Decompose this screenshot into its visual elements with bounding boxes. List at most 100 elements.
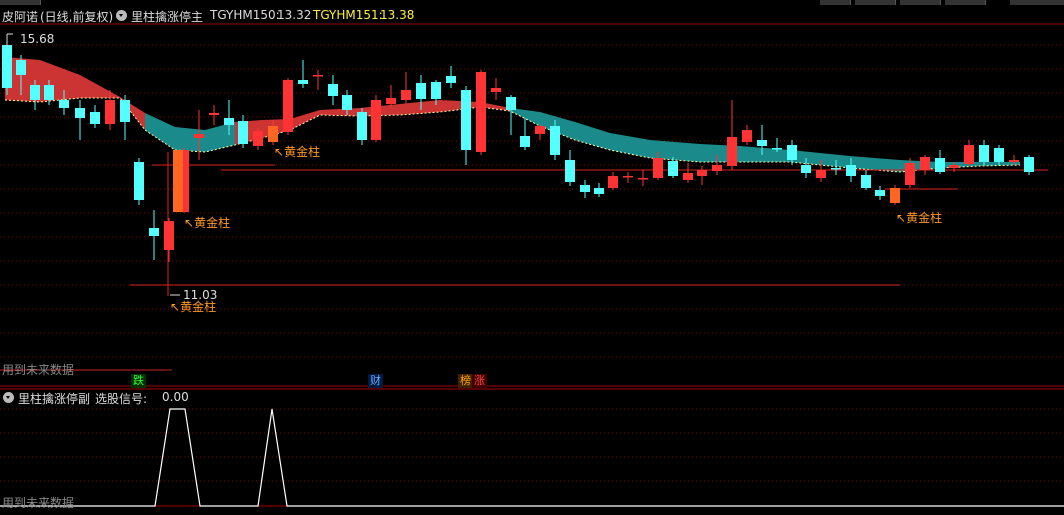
- candle-body: [431, 82, 441, 99]
- candle-body: [712, 165, 722, 171]
- candle-body: [44, 85, 54, 100]
- rise-badge[interactable]: 涨: [472, 374, 487, 388]
- candle-body: [653, 158, 663, 178]
- candle-body: [638, 178, 648, 180]
- candle: [491, 78, 501, 100]
- signal-label: 选股信号:: [95, 392, 148, 406]
- finance-badge[interactable]: 财: [368, 374, 383, 388]
- candle-body: [328, 84, 338, 96]
- candle-body: [816, 170, 826, 178]
- candle: [371, 95, 381, 142]
- gold-pillar-candle: [268, 126, 278, 142]
- candle: [935, 150, 945, 174]
- candle-body: [2, 45, 12, 88]
- candle: [506, 95, 516, 135]
- candle-body: [120, 100, 130, 122]
- candle-body: [875, 190, 885, 196]
- candle: [149, 210, 159, 260]
- candle: [520, 118, 530, 150]
- candle: [594, 183, 604, 197]
- candle-body: [386, 98, 396, 104]
- candle-body: [594, 188, 604, 194]
- candle-body: [535, 126, 545, 134]
- candle: [727, 100, 737, 170]
- candle: [357, 108, 367, 145]
- candle-body: [668, 161, 678, 176]
- candle: [313, 70, 323, 90]
- gold-pillar-candle: [173, 150, 183, 212]
- candle-body: [787, 145, 797, 160]
- candle-body: [342, 95, 352, 110]
- candle: [964, 140, 974, 166]
- candle: [979, 140, 989, 165]
- candle-body: [75, 108, 85, 118]
- candle-body: [1009, 160, 1019, 162]
- candle: [328, 75, 338, 105]
- candle-body: [224, 118, 234, 125]
- candlestick-chart[interactable]: [0, 0, 1064, 515]
- candle: [623, 172, 633, 183]
- candle-body: [491, 88, 501, 92]
- candle-body: [59, 100, 69, 108]
- candle-body: [565, 160, 575, 182]
- candle-body: [801, 165, 811, 173]
- gold-pillar-annotation: ↖黄金柱: [184, 216, 231, 230]
- candle-body: [683, 173, 693, 180]
- candle-body: [846, 165, 856, 176]
- candle-body: [994, 148, 1004, 162]
- candle-body: [550, 126, 560, 155]
- candle: [164, 218, 174, 262]
- candle: [565, 150, 575, 186]
- candle-body: [1024, 157, 1034, 172]
- candle: [238, 115, 248, 148]
- candle: [861, 170, 871, 190]
- candle-body: [520, 136, 530, 147]
- candle: [194, 110, 204, 160]
- candle-body: [964, 145, 974, 164]
- candle-body: [757, 140, 767, 146]
- candle: [875, 186, 885, 200]
- candle-body: [209, 113, 219, 115]
- candle-body: [238, 121, 248, 144]
- rank-badge[interactable]: 榜: [458, 374, 473, 388]
- candle-body: [313, 75, 323, 77]
- candle-body: [134, 162, 144, 200]
- candle-body: [772, 148, 782, 150]
- candle-body: [164, 221, 174, 250]
- candle-body: [30, 85, 40, 100]
- fall-badge[interactable]: 跌: [131, 374, 146, 388]
- gold-pillar-candle: [890, 188, 900, 203]
- candle-body: [416, 83, 426, 99]
- signal-value: 0.00: [162, 390, 189, 404]
- gold-pillar-annotation: ↖黄金柱: [274, 145, 321, 159]
- candle: [2, 40, 12, 95]
- sub-indicator-name[interactable]: 里柱擒涨停副: [18, 390, 90, 407]
- sub-indicator-menu-icon[interactable]: [3, 392, 14, 403]
- candle-body: [283, 80, 293, 132]
- candle-body: [608, 176, 618, 188]
- candle: [90, 105, 100, 128]
- candle-body: [506, 97, 516, 110]
- candle-body: [831, 168, 841, 170]
- candle-body: [935, 158, 945, 172]
- candle: [298, 60, 308, 88]
- candle-body: [476, 72, 486, 152]
- candle: [535, 125, 545, 140]
- candle: [461, 86, 471, 165]
- candle: [120, 95, 130, 140]
- cloud-band-teal: [145, 113, 235, 152]
- candle-body: [461, 90, 471, 150]
- candle-body: [861, 175, 871, 188]
- candle-body: [194, 134, 204, 138]
- candle: [75, 100, 85, 140]
- candle: [476, 70, 486, 155]
- candle: [580, 180, 590, 198]
- candle: [401, 72, 411, 104]
- candle-body: [949, 165, 959, 168]
- candle-body: [16, 60, 26, 75]
- candle-body: [580, 185, 590, 192]
- candle: [253, 128, 263, 150]
- candle: [550, 120, 560, 160]
- candle-body: [253, 131, 263, 146]
- future-data-label: 用到未来数据: [2, 363, 75, 377]
